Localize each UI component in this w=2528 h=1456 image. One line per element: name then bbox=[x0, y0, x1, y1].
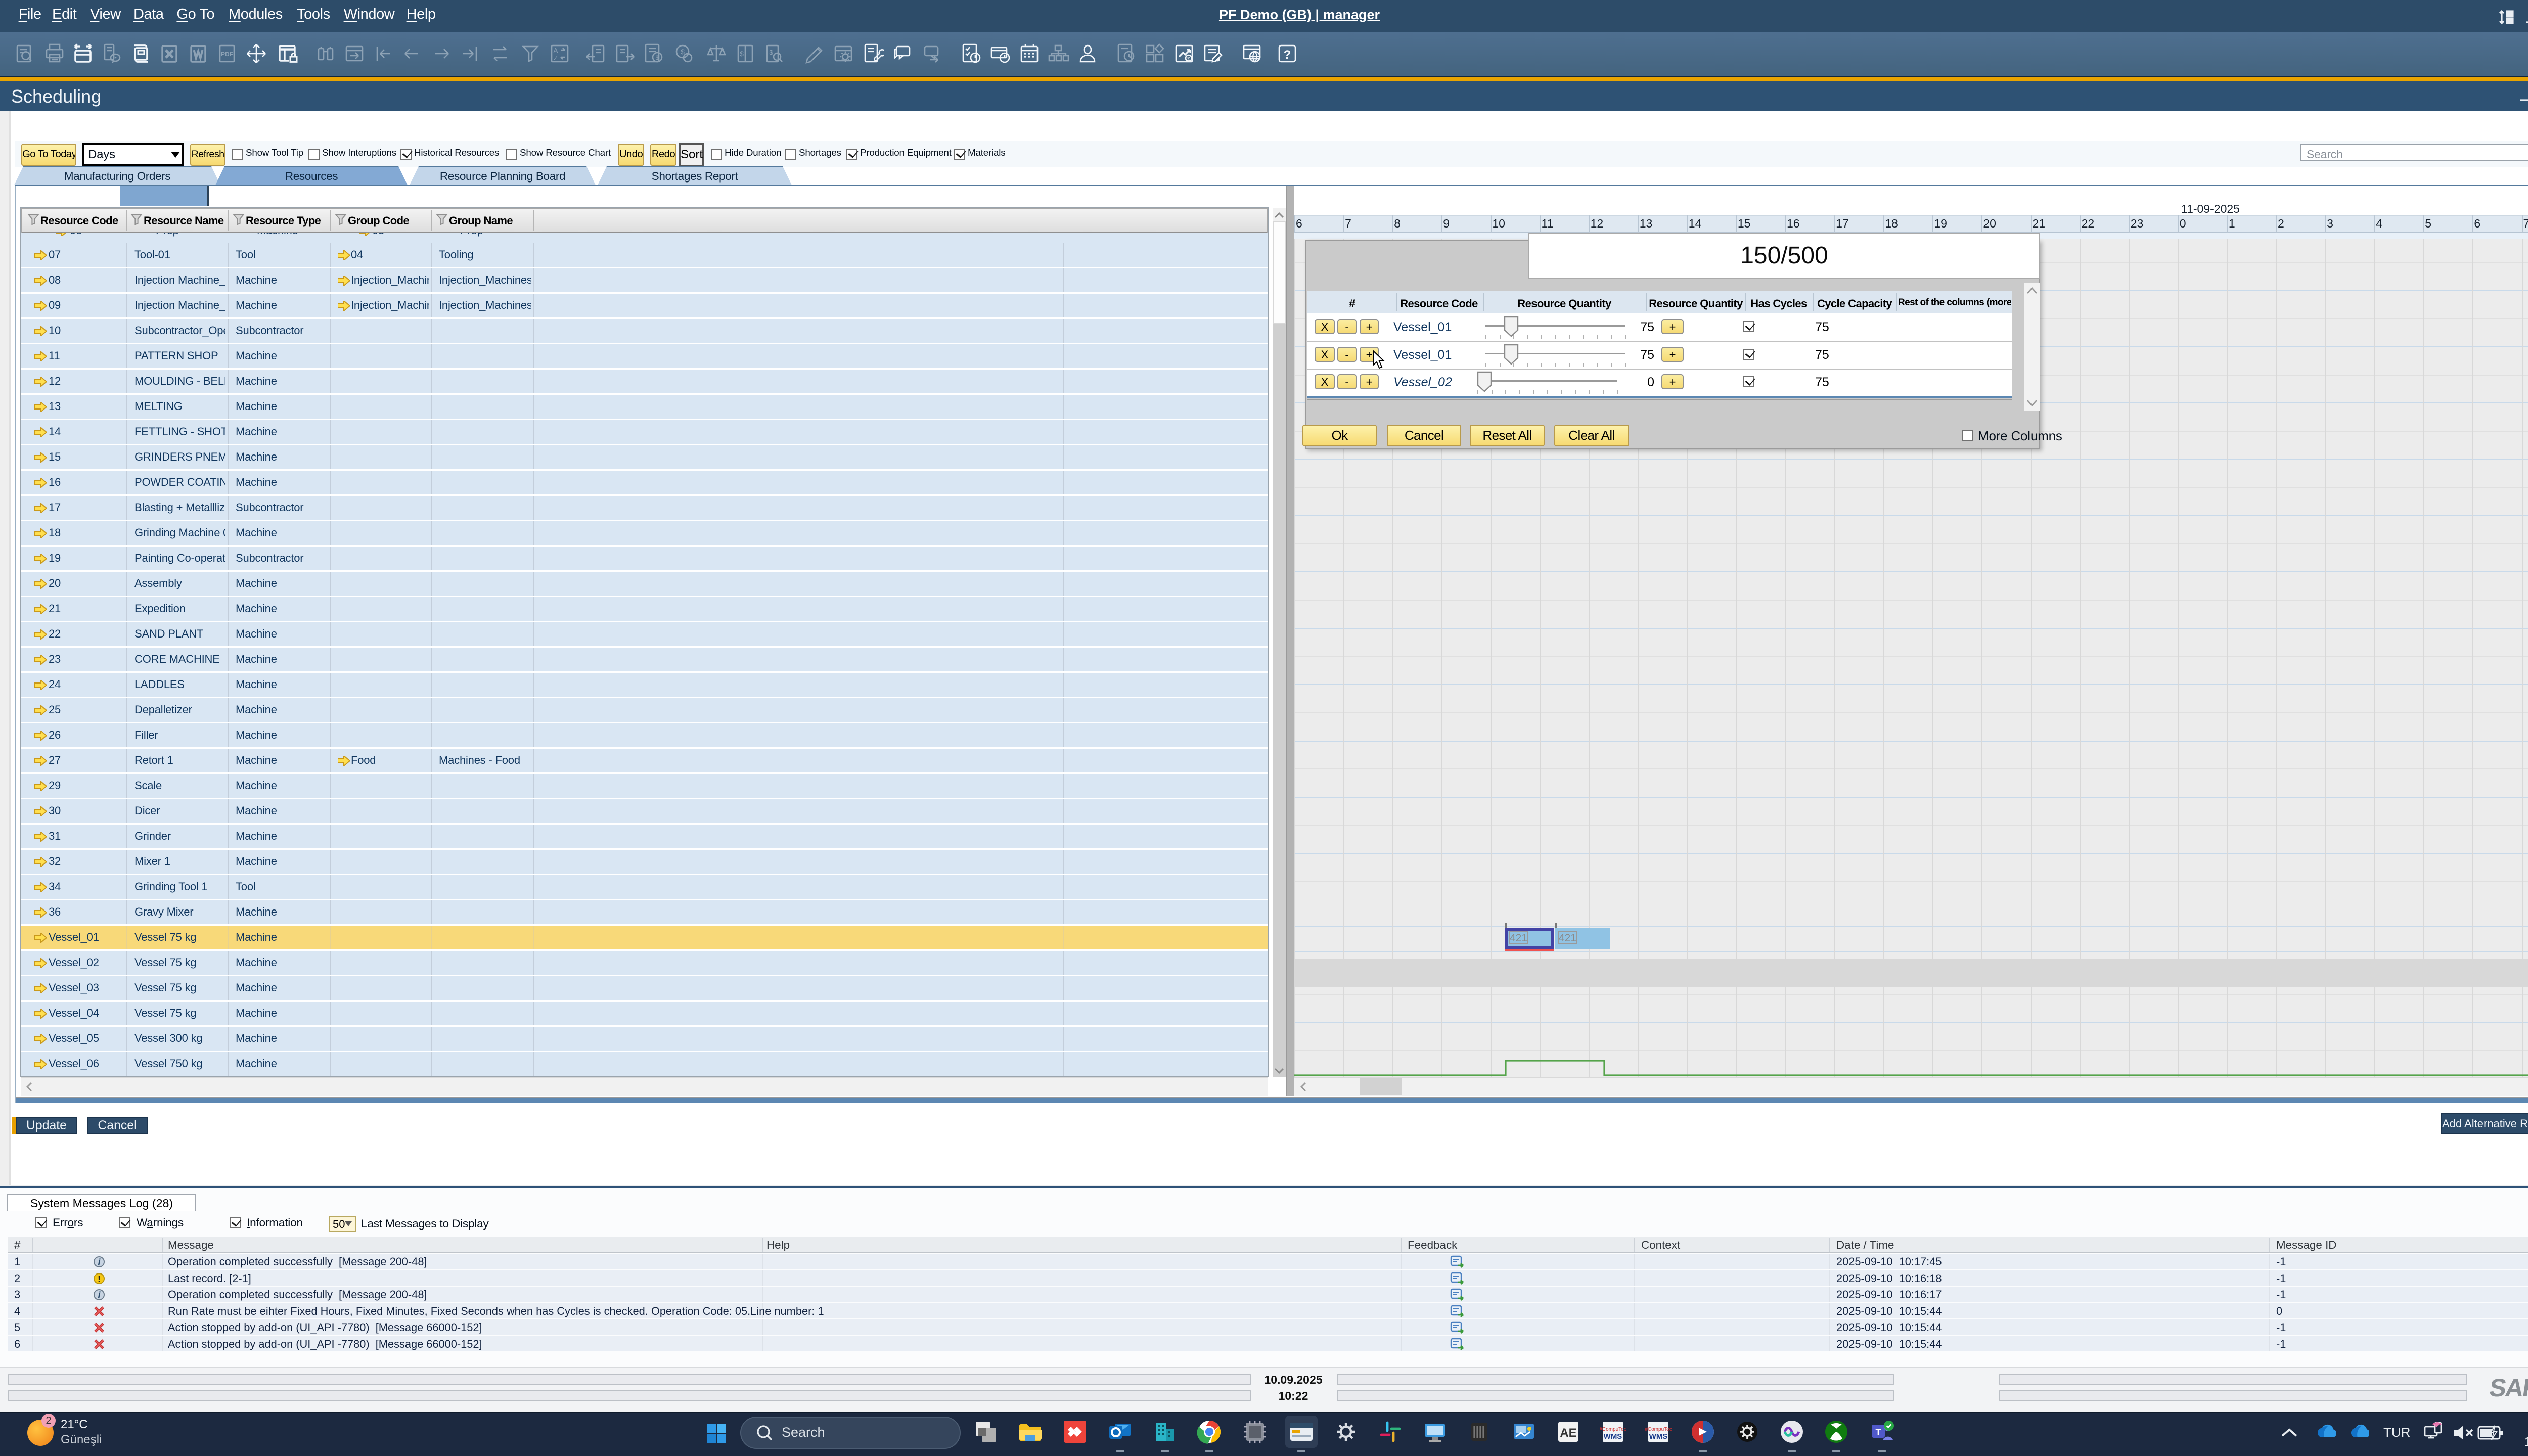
svg-text:WMS: WMS bbox=[1649, 1432, 1668, 1441]
svg-text:PDF: PDF bbox=[221, 51, 233, 58]
svg-text:#CompuTec: #CompuTec bbox=[1600, 1427, 1626, 1432]
svg-text:$: $ bbox=[769, 49, 773, 56]
svg-text:A: A bbox=[554, 47, 558, 54]
svg-text:$: $ bbox=[1187, 56, 1190, 62]
svg-text:AE: AE bbox=[1560, 1426, 1576, 1440]
svg-text:?: ? bbox=[1284, 48, 1291, 62]
svg-text:#CompuTec: #CompuTec bbox=[1645, 1427, 1672, 1432]
svg-text:$: $ bbox=[740, 50, 744, 58]
svg-text:$: $ bbox=[656, 54, 659, 61]
svg-text:!: ! bbox=[98, 1274, 101, 1284]
svg-text:T: T bbox=[1876, 1427, 1881, 1437]
svg-text:$: $ bbox=[681, 48, 685, 56]
svg-text:Z: Z bbox=[554, 54, 558, 62]
svg-text:WMS: WMS bbox=[1604, 1432, 1622, 1441]
